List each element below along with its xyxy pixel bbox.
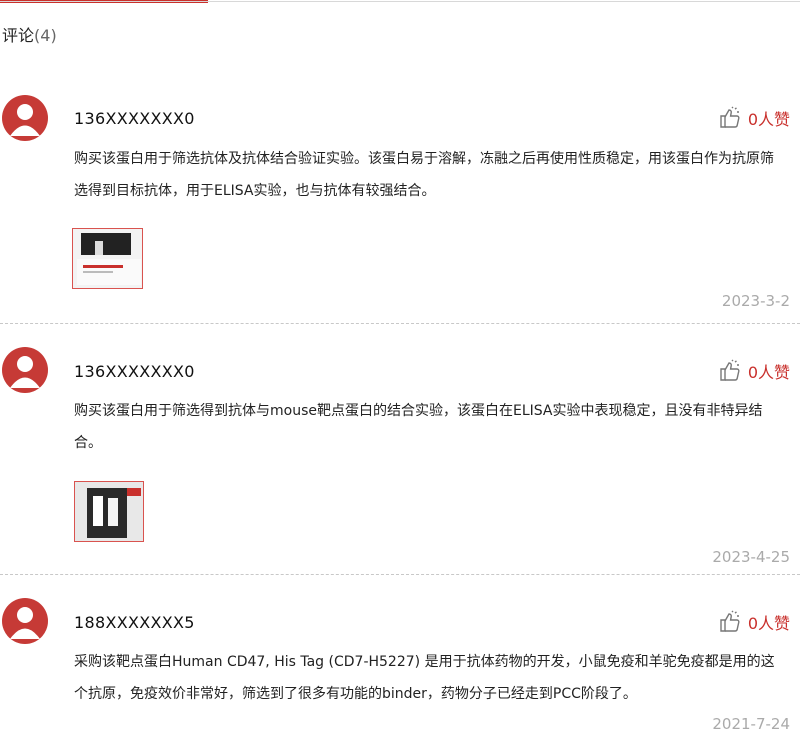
review-photo-thumbnail[interactable] bbox=[74, 481, 144, 542]
thumbs-up-icon bbox=[718, 106, 742, 130]
like-button[interactable]: 0人赞 bbox=[718, 106, 790, 130]
like-button[interactable]: 0人赞 bbox=[718, 610, 790, 634]
thumbs-up-icon bbox=[718, 359, 742, 383]
user-avatar-icon bbox=[2, 95, 48, 141]
review-photo-thumbnail[interactable] bbox=[72, 228, 143, 289]
review-date: 2021-7-24 bbox=[712, 715, 790, 733]
review-text: 采购该靶点蛋白Human CD47, His Tag (CD7-H5227) 是… bbox=[74, 654, 775, 702]
review-username: 136XXXXXXX0 bbox=[74, 109, 195, 128]
like-button[interactable]: 0人赞 bbox=[718, 359, 790, 383]
review-username: 136XXXXXXX0 bbox=[74, 362, 195, 381]
reviews-heading: 评论(4) bbox=[2, 22, 57, 46]
review-text: 购买该蛋白用于筛选得到抗体与mouse靶点蛋白的结合实验，该蛋白在ELISA实验… bbox=[74, 403, 763, 451]
top-divider bbox=[0, 1, 800, 2]
user-avatar-icon bbox=[2, 347, 48, 393]
reviews-heading-label: 评论 bbox=[2, 26, 35, 45]
review-username: 188XXXXXXX5 bbox=[74, 613, 195, 632]
reviews-count: (4) bbox=[34, 26, 57, 45]
review-date: 2023-4-25 bbox=[712, 548, 790, 566]
thumbs-up-icon bbox=[718, 610, 742, 634]
review-divider bbox=[0, 323, 800, 324]
review-date: 2023-3-2 bbox=[721, 292, 790, 310]
like-count: 0人赞 bbox=[747, 110, 790, 129]
like-count: 0人赞 bbox=[747, 363, 790, 382]
review-divider bbox=[0, 574, 800, 575]
user-avatar-icon bbox=[2, 598, 48, 644]
review-text: 购买该蛋白用于筛选抗体及抗体结合验证实验。该蛋白易于溶解，冻融之后再使用性质稳定… bbox=[74, 151, 774, 199]
like-count: 0人赞 bbox=[747, 614, 790, 633]
